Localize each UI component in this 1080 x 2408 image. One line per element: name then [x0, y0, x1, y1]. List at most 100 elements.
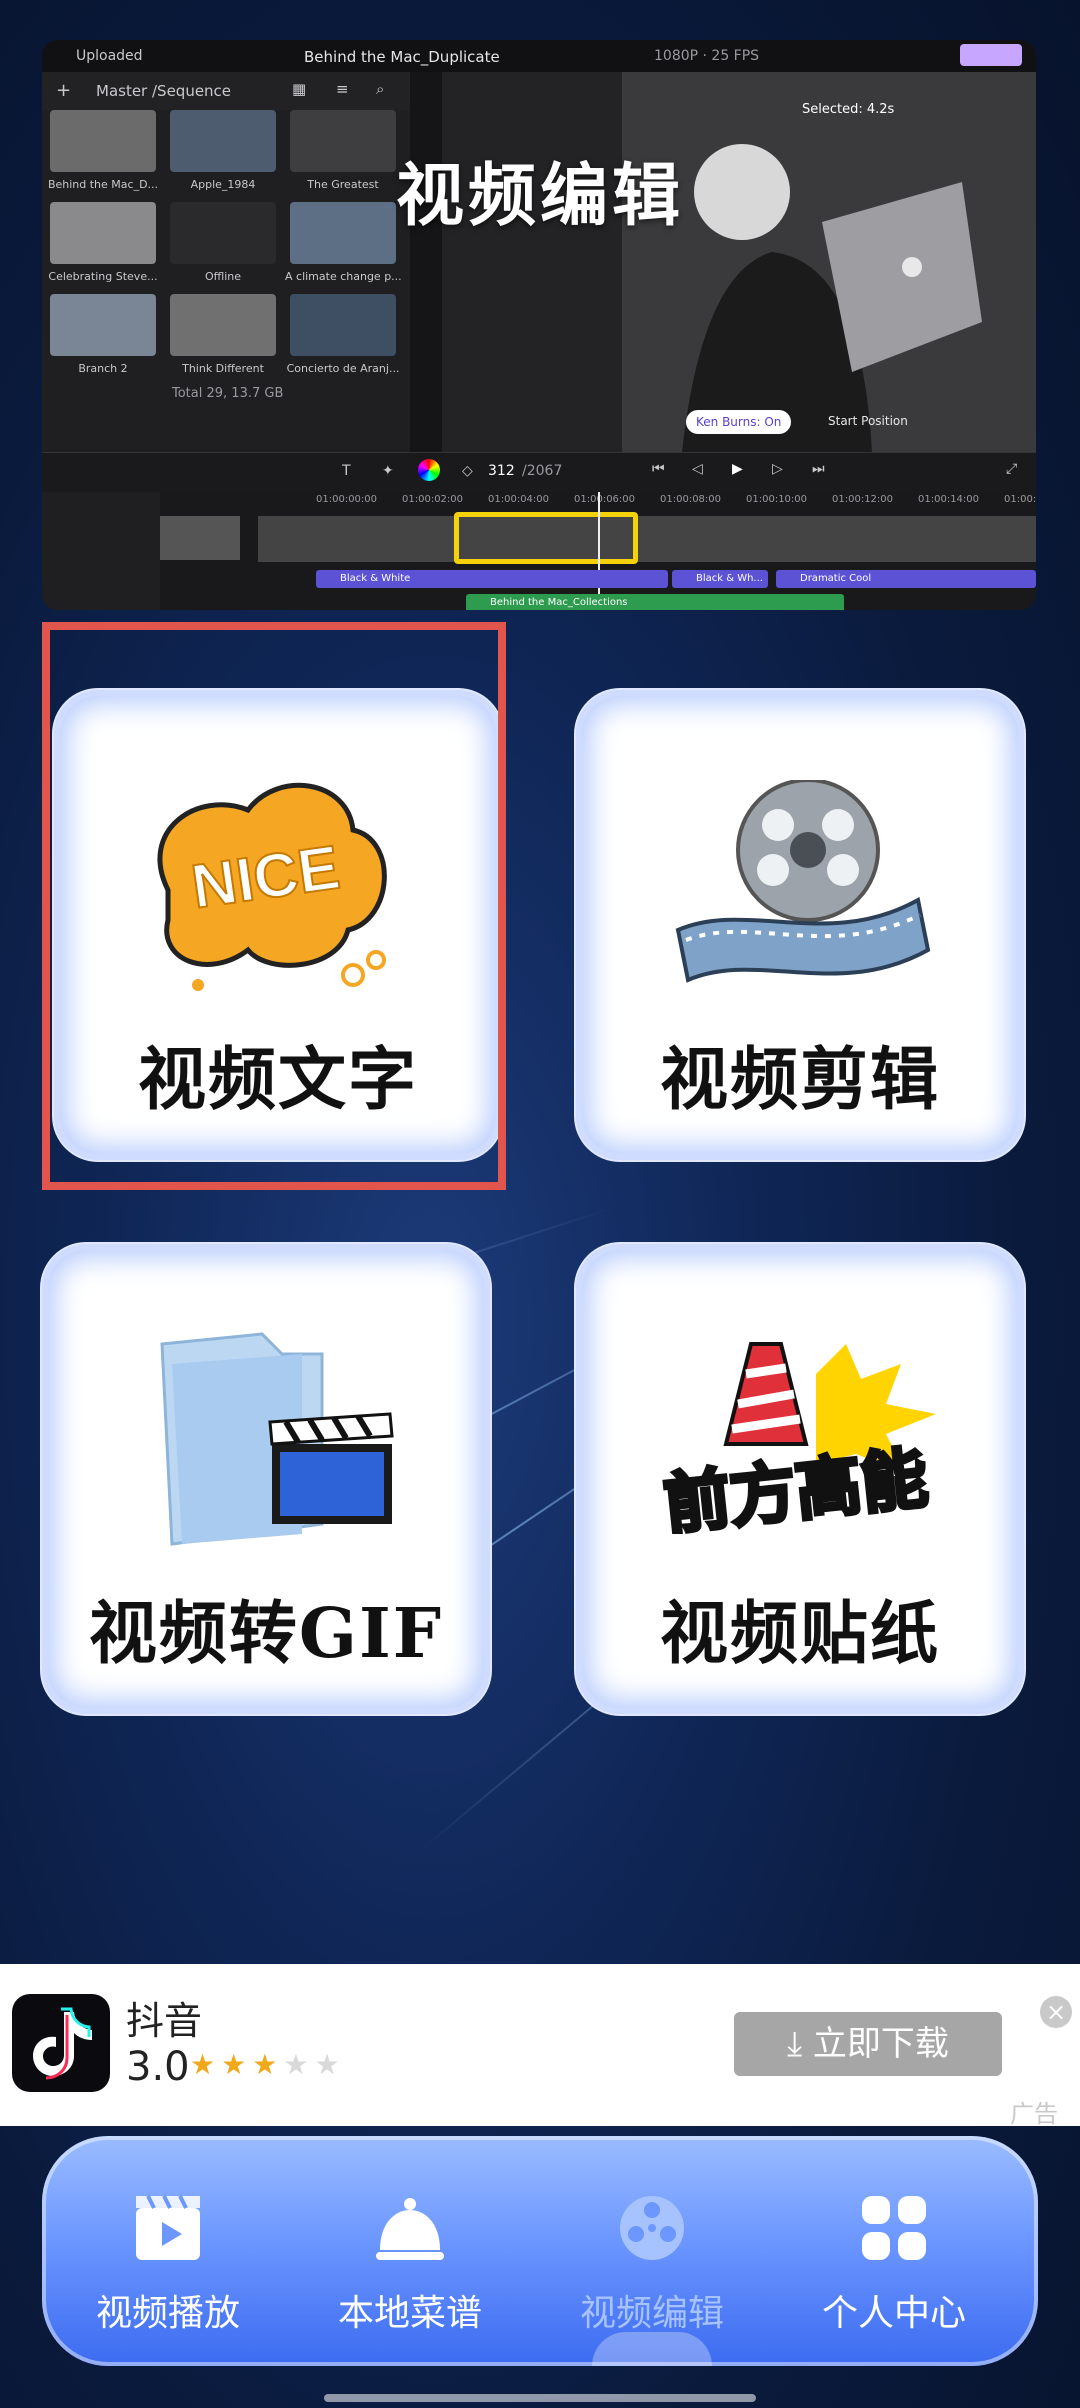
timecode-label: 01:00:00:00: [316, 494, 378, 505]
track-controls: [42, 492, 160, 610]
preview-image: [442, 72, 1036, 452]
nav-label: 个人中心: [821, 2293, 966, 2334]
video-preview[interactable]: Selected: 4.2s Ken Burns: On Start Posit…: [442, 72, 1036, 452]
nav-label: 视频编辑: [579, 2293, 724, 2334]
video-track[interactable]: [258, 516, 1036, 562]
playhead[interactable]: [598, 492, 600, 610]
active-indicator: [592, 2332, 712, 2366]
skip-forward-icon[interactable]: ⏭: [812, 461, 825, 477]
editor-toolbar: T ✦ ◇ 312 /2067 ⏮ ◁ ▶ ▷ ⏭ ⤢: [42, 452, 1036, 493]
star-empty-icon: ★: [314, 2048, 346, 2081]
star-filled-icon: ★: [252, 2048, 284, 2081]
grid-icon: [862, 2196, 926, 2260]
library-thumbnail-label: Offline: [204, 270, 242, 283]
nav-item-recipes[interactable]: 本地菜谱: [290, 2136, 530, 2366]
editor-status-bar: Uploaded Behind the Mac_Duplicate 1080P …: [42, 40, 1036, 72]
filter-icon[interactable]: ≡: [336, 80, 349, 98]
nav-item-video-edit[interactable]: 视频编辑: [532, 2136, 772, 2366]
nav-item-profile[interactable]: 个人中心: [774, 2136, 1014, 2366]
library-thumbnail[interactable]: [50, 294, 156, 356]
editor-banner[interactable]: Uploaded Behind the Mac_Duplicate 1080P …: [42, 40, 1036, 610]
star-filled-icon: ★: [190, 2048, 222, 2081]
download-icon: ⤓: [787, 2024, 813, 2064]
star-empty-icon: ★: [283, 2048, 315, 2081]
ad-banner[interactable]: 抖音 3.0 ★★★★★ ⤓ 立即下载 × 广告: [0, 1964, 1080, 2128]
battery-icon: [960, 44, 1022, 66]
frame-counter: 312: [488, 463, 515, 479]
fullscreen-icon[interactable]: ⤢: [1006, 461, 1017, 477]
color-wheel-icon[interactable]: [418, 459, 440, 481]
tile-label: 视频转GIF: [88, 1594, 444, 1674]
library-thumbnail-label: A climate change p...: [285, 270, 401, 283]
library-thumbnail[interactable]: [170, 294, 276, 356]
play-icon[interactable]: ▶: [732, 461, 743, 477]
effect-clip[interactable]: Black & White: [316, 570, 668, 588]
ad-close-icon[interactable]: ×: [1040, 1996, 1072, 2028]
library-thumbnail-label: Behind the Mac_D...: [47, 178, 159, 191]
library-path[interactable]: Master /Sequence: [96, 82, 231, 100]
overlay-title: 视频编辑: [396, 157, 685, 236]
timecode-label: 01:00:08:00: [660, 494, 722, 505]
upload-status: Uploaded: [76, 48, 143, 64]
search-icon[interactable]: ⌕: [376, 80, 384, 98]
timecode-label: 01:00:04:00: [488, 494, 550, 505]
library-thumbnail-label: Branch 2: [78, 362, 128, 375]
film-reel-nav-icon: [620, 2196, 684, 2260]
tile-label: 视频剪辑: [659, 1040, 940, 1120]
library-thumbnail-label: The Greatest: [307, 178, 379, 191]
start-position-button[interactable]: Start Position: [828, 414, 908, 428]
traffic-cone-sticker-icon: 前方高能: [658, 1342, 936, 1534]
ad-app-name: 抖音: [126, 1999, 203, 2043]
library-thumbnail[interactable]: [170, 202, 276, 264]
format-info: 1080P · 25 FPS: [654, 48, 760, 64]
douyin-app-icon[interactable]: [12, 1994, 110, 2092]
play-video-icon: [136, 2195, 200, 2260]
effect-clip[interactable]: Dramatic Cool: [776, 570, 1036, 588]
library-thumbnail[interactable]: [290, 294, 396, 356]
folder-clapper-icon: [160, 1332, 394, 1546]
library-thumbnail-label: Celebrating Steve...: [48, 270, 158, 283]
step-forward-icon[interactable]: ▷: [772, 461, 783, 477]
effect-clip[interactable]: Black & Wh...: [672, 570, 768, 588]
collection-clip[interactable]: Behind the Mac_Collections: [466, 594, 844, 610]
library-thumbnail[interactable]: [290, 110, 396, 172]
bottom-nav: 视频播放 本地菜谱 视频编辑 个人中心: [42, 2136, 1038, 2366]
skip-back-icon[interactable]: ⏮: [652, 461, 665, 477]
timeline[interactable]: 01:00:00:00 01:00:02:00 01:00:04:00 01:00:0…: [42, 492, 1036, 610]
ken-burns-toggle[interactable]: Ken Burns: On: [686, 410, 792, 434]
project-title: Behind the Mac_Duplicate: [304, 48, 500, 66]
timecode-label: 01:00:14:00: [918, 494, 980, 505]
download-button[interactable]: ⤓ 立即下载: [734, 2012, 1002, 2076]
step-back-icon[interactable]: ◁: [692, 461, 703, 477]
magic-wand-icon[interactable]: ✦: [382, 463, 394, 479]
selection-highlight: [42, 622, 506, 1190]
nav-label: 视频播放: [95, 2293, 240, 2334]
library-thumbnail-label: Think Different: [182, 362, 264, 375]
timeline-lead-clip[interactable]: [160, 516, 240, 560]
library-thumbnail-label: Apple_1984: [190, 178, 256, 191]
library-thumbnail[interactable]: [290, 202, 396, 264]
cloche-icon: [376, 2198, 444, 2260]
library-header: + Master /Sequence ▦ ≡ ⌕: [42, 72, 410, 110]
library-thumbnail[interactable]: [170, 110, 276, 172]
ad-rating: 3.0: [126, 2044, 190, 2090]
tile-video-sticker[interactable]: 前方高能 视频贴纸: [576, 1244, 1024, 1714]
timecode-label: 01:00:12:00: [832, 494, 894, 505]
timecode-label: 01:00:16: [1004, 494, 1036, 505]
timecode-label: 01:00:06:00: [574, 494, 636, 505]
download-label: 立即下载: [812, 2024, 949, 2064]
library-thumbnail[interactable]: [50, 110, 156, 172]
library-total: Total 29, 13.7 GB: [172, 386, 284, 401]
nav-item-video-play[interactable]: 视频播放: [48, 2136, 288, 2366]
tile-video-to-gif[interactable]: 视频转GIF: [42, 1244, 490, 1714]
timecode-label: 01:00:02:00: [402, 494, 464, 505]
text-tool-icon[interactable]: T: [342, 463, 351, 479]
add-icon[interactable]: +: [56, 80, 71, 101]
library-thumbnail[interactable]: [50, 202, 156, 264]
selected-clip[interactable]: [454, 512, 638, 564]
rating-stars: ★★★★★: [190, 2048, 346, 2081]
keyframe-icon[interactable]: ◇: [462, 463, 473, 479]
selected-duration: Selected: 4.2s: [802, 102, 895, 117]
grid-view-icon[interactable]: ▦: [292, 80, 306, 98]
tile-video-clip[interactable]: 视频剪辑: [576, 690, 1024, 1160]
